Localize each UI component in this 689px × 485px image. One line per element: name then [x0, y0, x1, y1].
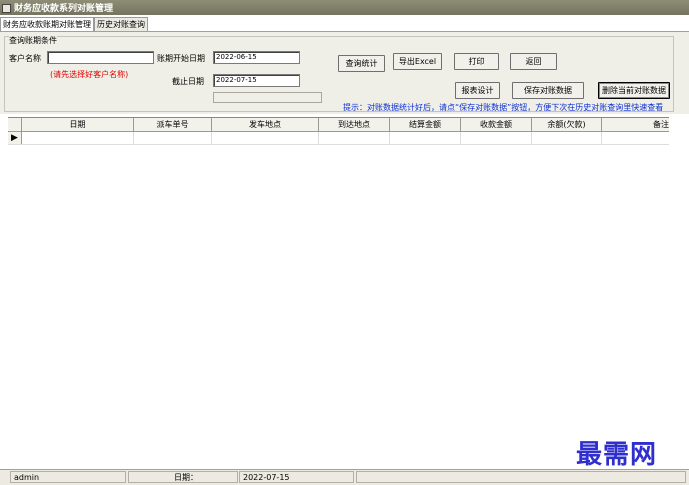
grid-header-cell[interactable]: 收款金额	[461, 118, 532, 131]
tab-strip: 财务应收款账期对账管理 历史对账查询	[0, 17, 148, 31]
query-stats-button[interactable]: 查询统计	[338, 55, 385, 72]
grid-header-cell[interactable]: 结算金额	[390, 118, 461, 131]
delete-current-button[interactable]: 删除当前对账数据	[598, 82, 670, 99]
table-cell[interactable]	[461, 132, 532, 144]
print-button[interactable]: 打印	[454, 53, 499, 70]
status-bar: admin 日期： 2022-07-15	[0, 469, 689, 485]
table-cell[interactable]	[390, 132, 461, 144]
status-empty-panel	[356, 471, 686, 483]
table-cell[interactable]	[212, 132, 319, 144]
customer-input[interactable]	[47, 51, 154, 64]
status-date-label: 日期：	[128, 471, 238, 483]
tab-history-query[interactable]: 历史对账查询	[94, 17, 148, 31]
table-cell[interactable]	[602, 132, 669, 144]
customer-label: 客户名称	[9, 54, 41, 63]
status-date-value: 2022-07-15	[239, 471, 354, 483]
export-excel-button[interactable]: 导出Excel	[393, 53, 442, 70]
save-data-button[interactable]: 保存对账数据	[512, 82, 584, 99]
query-panel: 查询账期条件 客户名称 (请先选择好客户名称) 账期开始日期 2022-06-1…	[0, 31, 689, 114]
table-cell[interactable]	[134, 132, 212, 144]
window-title: 财务应收款系列对账管理	[14, 4, 114, 14]
end-date-label: 截止日期	[172, 77, 204, 86]
grid-header-cell[interactable]: 发车地点	[212, 118, 319, 131]
grid-corner	[8, 118, 22, 131]
customer-hint: (请先选择好客户名称)	[50, 70, 129, 79]
grid-header-cell[interactable]: 余额(欠款)	[532, 118, 602, 131]
watermark-text: 最需网	[576, 440, 658, 470]
extra-field	[213, 92, 322, 103]
table-cell[interactable]	[532, 132, 602, 144]
grid-header: 日期 派车单号 发车地点 到达地点 结算金额 收款金额 余额(欠款) 备注	[8, 118, 669, 132]
status-user: admin	[10, 471, 126, 483]
tab-account-reconciliation[interactable]: 财务应收款账期对账管理	[0, 17, 94, 31]
title-bar: 财务应收款系列对账管理	[0, 0, 689, 15]
query-group-title: 查询账期条件	[9, 35, 57, 46]
table-cell[interactable]	[319, 132, 390, 144]
grid-header-cell[interactable]: 派车单号	[134, 118, 212, 131]
table-row[interactable]	[8, 132, 669, 145]
end-date-input[interactable]: 2022-07-15	[213, 74, 300, 87]
back-button[interactable]: 返回	[510, 53, 557, 70]
start-date-label: 账期开始日期	[157, 54, 205, 63]
tip-text: 提示：对账数据统计好后，请点“保存对账数据”按钮，方便下次在历史对账查询里快速查…	[343, 103, 664, 112]
window-icon[interactable]	[2, 4, 11, 13]
start-date-input[interactable]: 2022-06-15	[213, 51, 300, 64]
table-cell[interactable]	[22, 132, 134, 144]
grid-header-cell[interactable]: 日期	[22, 118, 134, 131]
report-design-button[interactable]: 报表设计	[455, 82, 500, 99]
grid-header-cell[interactable]: 到达地点	[319, 118, 390, 131]
grid-header-cell[interactable]: 备注	[602, 118, 669, 131]
data-grid: 日期 派车单号 发车地点 到达地点 结算金额 收款金额 余额(欠款) 备注 ▶	[8, 117, 669, 145]
